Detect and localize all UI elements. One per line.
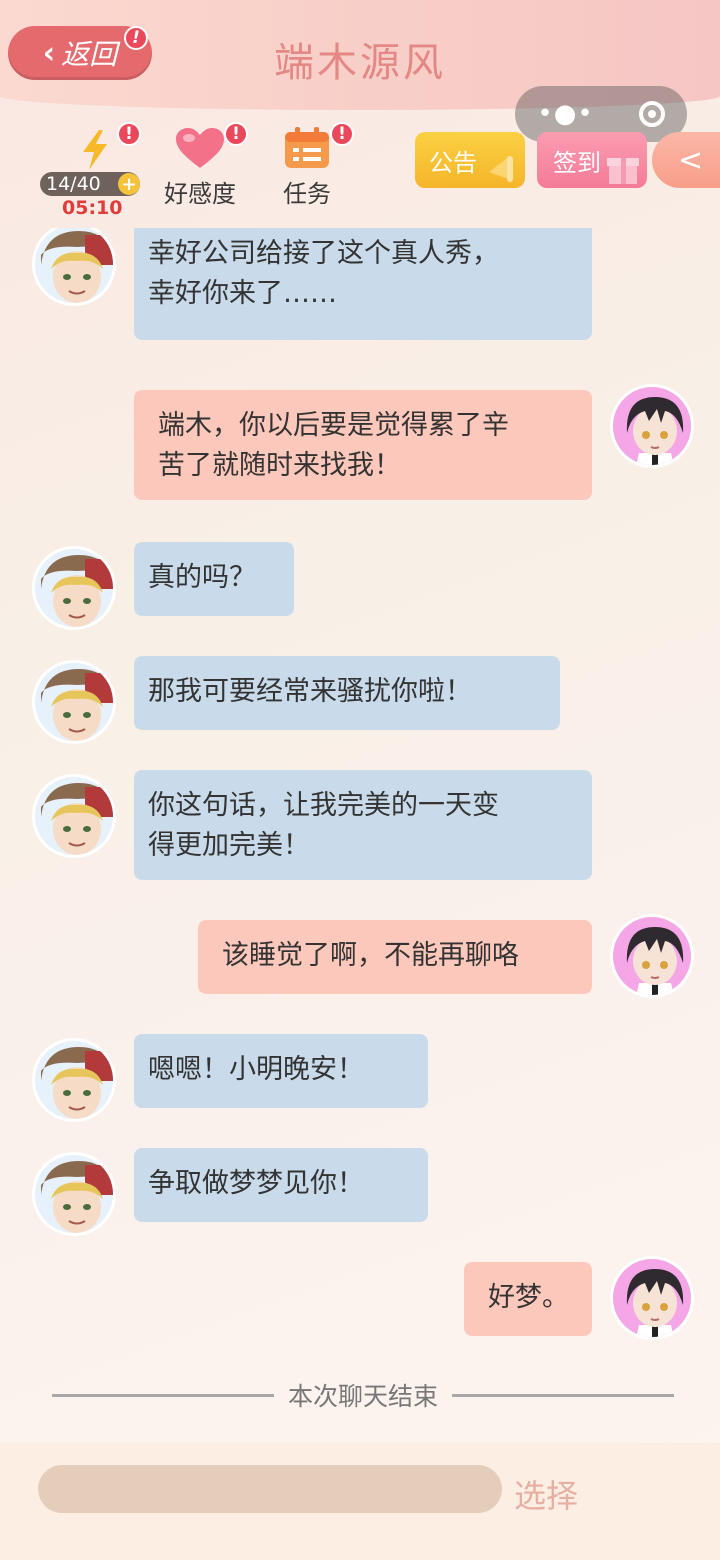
character-message-bubble: 幸好公司给接了这个真人秀， 幸好你来了…… [134, 228, 592, 340]
reply-input[interactable] [38, 1465, 502, 1513]
player-avatar-icon [613, 917, 691, 995]
page-title: 端木源风 [274, 40, 446, 86]
sign-in-button[interactable]: 签到 [537, 132, 647, 188]
message-text-line: 端木，你以后要是觉得累了辛 [158, 410, 509, 441]
energy-alert-badge: ! [117, 122, 141, 146]
character-message-bubble: 那我可要经常来骚扰你啦！ [134, 656, 560, 730]
message-text-line: 好梦。 [488, 1282, 569, 1313]
favor-label: 好感度 [164, 180, 236, 208]
energy-button[interactable] [70, 128, 120, 172]
player-avatar[interactable] [610, 384, 694, 468]
character-message-bubble: 你这句话，让我完美的一天变 得更加完美！ [134, 770, 592, 880]
character-avatar[interactable] [32, 228, 116, 306]
lightning-icon [83, 130, 107, 170]
notice-button[interactable]: 公告 [415, 132, 525, 188]
player-avatar[interactable] [610, 914, 694, 998]
character-avatar-icon [35, 228, 113, 303]
energy-timer: 05:10 [62, 197, 123, 219]
heart-icon [176, 128, 224, 168]
bottom-bar: 选择 [0, 1443, 720, 1560]
character-avatar-icon [35, 1155, 113, 1233]
character-message-bubble: 嗯嗯！小明晚安！ [134, 1034, 428, 1108]
sign-in-label: 签到 [553, 148, 601, 177]
task-alert-badge: ! [330, 122, 354, 146]
character-avatar[interactable] [32, 774, 116, 858]
message-text-line: 争取做梦梦见你！ [148, 1168, 364, 1199]
message-text-line: 幸好你来了…… [148, 278, 337, 309]
energy-counter: 14/40 + [40, 172, 140, 196]
divider-line [452, 1393, 675, 1397]
message-text-line: 你这句话，让我完美的一天变 [148, 790, 499, 821]
character-avatar[interactable] [32, 1038, 116, 1122]
character-avatar-icon [35, 1041, 113, 1119]
message-text-line: 真的吗？ [148, 562, 256, 593]
chat-list[interactable]: 幸好公司给接了这个真人秀， 幸好你来了…… 端木，你以后要是觉得累了辛 苦了就随时来… [0, 228, 720, 1438]
energy-value: 14/40 [46, 173, 101, 195]
more-dots-icon[interactable]: •●• [537, 99, 593, 129]
character-avatar[interactable] [32, 1152, 116, 1236]
message-text-line: 该睡觉了啊，不能再聊咯 [222, 940, 519, 971]
gift-icon [607, 158, 639, 184]
message-text-line: 那我可要经常来骚扰你啦！ [148, 676, 472, 707]
player-message-bubble: 端木，你以后要是觉得累了辛 苦了就随时来找我！ [134, 390, 592, 500]
player-avatar-icon [613, 387, 691, 465]
task-label: 任务 [283, 180, 331, 208]
player-message-bubble: 该睡觉了啊，不能再聊咯 [198, 920, 592, 994]
character-avatar-icon [35, 663, 113, 741]
character-avatar-icon [35, 777, 113, 855]
player-avatar-icon [613, 1259, 691, 1337]
player-avatar[interactable] [610, 1256, 694, 1340]
divider-line [52, 1393, 274, 1397]
character-avatar[interactable] [32, 546, 116, 630]
choose-button[interactable]: 选择 [514, 1471, 578, 1517]
message-text-line: 苦了就随时来找我！ [158, 450, 401, 481]
character-message-bubble: 争取做梦梦见你！ [134, 1148, 428, 1222]
favor-alert-badge: ! [224, 122, 248, 146]
chevron-left-icon: < [678, 142, 704, 178]
message-text-line: 幸好公司给接了这个真人秀， [148, 238, 499, 269]
character-avatar-icon [35, 549, 113, 627]
close-target-icon[interactable] [638, 101, 665, 127]
add-energy-button[interactable]: + [118, 173, 140, 195]
chat-end-divider: 本次聊天结束 [52, 1380, 675, 1411]
character-message-bubble: 真的吗？ [134, 542, 294, 616]
megaphone-icon [489, 156, 513, 182]
collapse-button[interactable]: < [652, 132, 720, 188]
message-text-line: 得更加完美！ [148, 830, 310, 861]
message-text-line: 嗯嗯！小明晚安！ [148, 1054, 364, 1085]
player-message-bubble: 好梦。 [464, 1262, 592, 1336]
character-avatar[interactable] [32, 660, 116, 744]
chat-end-text: 本次聊天结束 [288, 1382, 439, 1411]
calendar-icon [285, 127, 329, 168]
notice-label: 公告 [429, 148, 477, 177]
